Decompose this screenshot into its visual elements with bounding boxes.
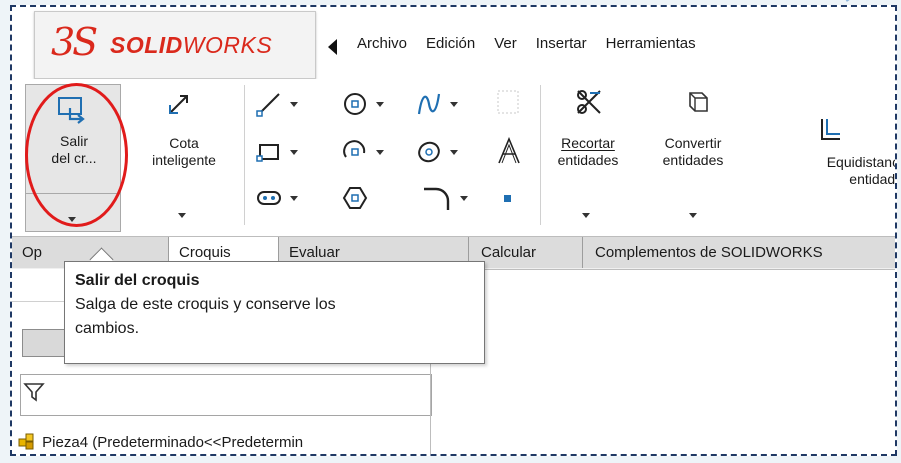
smart-dimension-dropdown-icon[interactable] <box>178 205 186 221</box>
menu-archivo[interactable]: Archivo <box>357 35 407 52</box>
smart-dimension-label-line1: Cota <box>169 135 199 151</box>
menu-insertar[interactable]: Insertar <box>536 35 587 52</box>
tooltip-title: Salir del croquis <box>75 272 200 289</box>
trim-label-line2: entidades <box>557 152 619 168</box>
convert-icon <box>689 92 708 112</box>
menu-herramientas[interactable]: Herramientas <box>606 35 696 52</box>
screenshot-frame: 3S SOLIDWORKS Archivo Edición Ver Insert… <box>10 5 897 456</box>
line-icon <box>256 93 280 117</box>
fillet-icon <box>424 187 450 210</box>
tooltip-body-line1: Salga de este croquis y conserve los <box>75 296 336 313</box>
grid-tool[interactable] <box>496 89 520 115</box>
point-icon <box>504 195 511 202</box>
spline-tool[interactable] <box>416 91 458 117</box>
exit-sketch-tooltip: Salir del croquis Salga de este croquis … <box>64 261 485 364</box>
text-icon <box>498 137 520 164</box>
smart-dimension-icon <box>169 95 188 114</box>
ds-logo-mark: 3S <box>51 20 98 64</box>
fillet-tool[interactable] <box>422 185 468 211</box>
rectangle-icon <box>256 144 279 162</box>
arc-icon <box>343 140 366 158</box>
tree-filter[interactable] <box>20 374 432 416</box>
slot-tool[interactable] <box>256 185 298 211</box>
part-icon <box>18 433 34 450</box>
arc-tool[interactable] <box>342 139 384 165</box>
tooltip-body-line2: cambios. <box>75 320 140 337</box>
polygon-icon <box>342 187 368 209</box>
logo-wordmark-bold: SOLID <box>110 32 183 58</box>
part-name-label: Pieza4 (Predeterminado<<Predetermin <box>42 434 304 451</box>
convert-label-line2: entidades <box>662 152 724 168</box>
trim-dropdown-icon[interactable] <box>582 205 590 221</box>
spline-icon <box>417 93 441 115</box>
point-tool[interactable] <box>502 193 514 205</box>
text-tool[interactable] <box>496 137 522 165</box>
logo-wordmark-light: WORKS <box>182 32 273 58</box>
trim-icon <box>577 90 601 114</box>
title-bar: 3S SOLIDWORKS Archivo Edición Ver Insert… <box>12 7 895 79</box>
convert-label-line1: Convertir <box>664 135 722 151</box>
polygon-tool[interactable] <box>342 185 368 211</box>
circle-tool[interactable] <box>342 91 384 117</box>
convert-dropdown-icon[interactable] <box>689 205 697 221</box>
offset-label-line1: Equidistancia <box>826 154 895 170</box>
grid-icon <box>497 90 519 114</box>
trim-label-line1: Recortar <box>561 135 615 151</box>
ribbon-separator <box>244 85 245 225</box>
logo-wordmark: SOLIDWORKS <box>110 32 272 59</box>
convert-entities-button[interactable]: Convertir entidades <box>628 135 758 169</box>
line-tool[interactable] <box>256 91 298 117</box>
smart-dimension-label-line2: inteligente <box>152 152 216 168</box>
tab-complementos[interactable]: Complementos de SOLIDWORKS <box>583 237 895 268</box>
tab-calcular[interactable]: Calcular <box>469 237 583 268</box>
offset-label-line2: entidades <box>849 171 896 187</box>
ellipse-tool[interactable] <box>416 139 458 165</box>
offset-icon <box>821 119 840 140</box>
ribbon-separator <box>540 85 541 225</box>
decorative-corner-line <box>845 0 901 2</box>
highlight-circle <box>25 83 128 227</box>
rectangle-tool[interactable] <box>256 139 298 165</box>
menu-bar: Archivo Edición Ver Insertar Herramienta… <box>357 35 715 52</box>
slot-icon <box>257 191 281 205</box>
solidworks-logo[interactable]: 3S SOLIDWORKS <box>34 11 316 79</box>
ellipse-icon <box>418 141 440 163</box>
menu-ver[interactable]: Ver <box>494 35 517 52</box>
menu-collapse-arrow-icon[interactable] <box>328 39 337 55</box>
trim-entities-button[interactable]: Recortar entidades <box>548 135 628 169</box>
smart-dimension-button[interactable]: Cota inteligente <box>146 135 222 169</box>
circle-icon <box>344 93 366 115</box>
tree-root-part[interactable]: Pieza4 (Predeterminado<<Predetermin <box>18 431 303 451</box>
menu-edicion[interactable]: Edición <box>426 35 475 52</box>
filter-icon[interactable] <box>23 381 45 403</box>
offset-entities-button[interactable]: Equidistancia entidades <box>780 154 896 188</box>
command-manager-ribbon: Salir del cr... Cota inteligente Recorta… <box>12 79 895 234</box>
